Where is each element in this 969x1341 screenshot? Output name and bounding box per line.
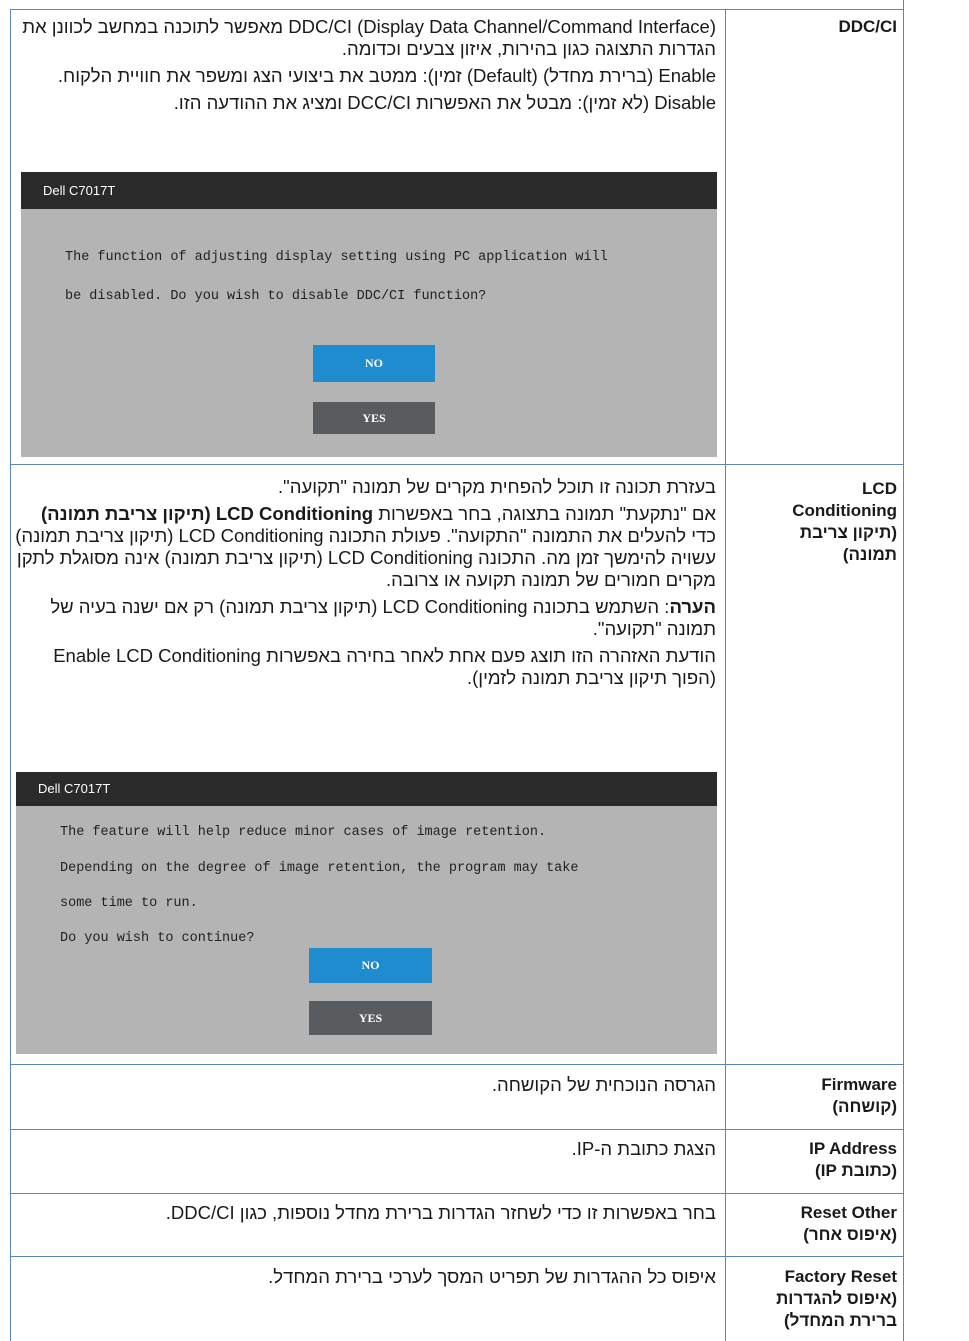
label-line: תמונה) (842, 545, 897, 564)
label-line: Reset Other (800, 1203, 897, 1222)
label-line: IP Address (809, 1139, 897, 1158)
note-label: הערה (669, 596, 716, 617)
desc-paragraph: הערה: השתמש בתכונה LCD Conditioning (תיק… (12, 596, 716, 640)
label-line: LCD (862, 479, 897, 498)
text-run: אם "נתקעת" תמונה בתצוגה, בחר באפשרות (373, 503, 716, 524)
row-desc-factory-reset: איפוס כל ההגדרות של תפריט המסך לערכי ברי… (268, 1266, 716, 1287)
row-desc-firmware: הגרסה הנוכחית של הקושחה. (491, 1074, 716, 1095)
column-divider (725, 9, 726, 1341)
osd-yes-button[interactable]: YES (309, 1001, 432, 1035)
label-line: ברירת המחדל) (783, 1311, 897, 1330)
text-run: : השתמש בתכונה LCD Conditioning (תיקון צ… (50, 596, 716, 639)
label-line: Firmware (821, 1075, 897, 1094)
row-desc-ddc-ci: DDC/CI (Display Data Channel/Command Int… (12, 16, 716, 119)
row-desc-ip-address: הצגת כתובת ה-IP. (571, 1138, 716, 1159)
bold-text-run: LCD Conditioning (תיקון צריבת תמונה) (40, 503, 374, 524)
label-line: DDC/CI (838, 17, 897, 36)
label-line: (כתובת IP) (815, 1161, 897, 1180)
osd-no-button[interactable]: NO (313, 345, 435, 382)
osd-message-line: be disabled. Do you wish to disable DDC/… (65, 289, 487, 304)
label-line: (איפוס אחר) (803, 1225, 897, 1244)
row-desc-reset-other: בחר באפשרות זו כדי לשחזר הגדרות ברירת מח… (165, 1202, 716, 1223)
desc-paragraph: הודעת האזהרה הזו תוצג פעם אחת לאחר בחירה… (53, 645, 716, 688)
row-divider (10, 9, 903, 10)
osd-dialog-ddc-ci: Dell C7017T The function of adjusting di… (21, 172, 717, 457)
row-label-ip-address: IP Address (כתובת IP) (727, 1138, 897, 1182)
label-line: (קושחה) (832, 1097, 897, 1116)
desc-paragraph: אם "נתקעת" תמונה בתצוגה, בחר באפשרות LCD… (12, 503, 716, 591)
osd-message-line: The feature will help reduce minor cases… (60, 825, 547, 840)
row-divider (10, 1256, 903, 1257)
osd-message-line: The function of adjusting display settin… (65, 250, 608, 265)
page-edge-rule (903, 0, 904, 1341)
label-line: (תיקון צריבת (799, 523, 897, 542)
row-desc-lcd-conditioning: בעזרת תכונה זו תוכל להפחית מקרים של תמונ… (12, 476, 716, 694)
osd-no-button[interactable]: NO (309, 948, 432, 983)
desc-paragraph: בעזרת תכונה זו תוכל להפחית מקרים של תמונ… (278, 476, 716, 497)
row-label-lcd-conditioning: LCD Conditioning (תיקון צריבת תמונה) (727, 478, 897, 566)
label-line: Factory Reset (784, 1267, 897, 1286)
desc-paragraph: DDC/CI (Display Data Channel/Command Int… (22, 16, 716, 59)
osd-title-bar: Dell C7017T (21, 172, 717, 209)
row-divider (10, 464, 903, 465)
settings-table: DDC/CI DDC/CI (Display Data Channel/Comm… (0, 0, 969, 1341)
osd-dialog-lcd-conditioning: Dell C7017T The feature will help reduce… (16, 772, 717, 1054)
osd-message-line: some time to run. (60, 896, 198, 911)
row-divider (10, 1129, 903, 1130)
row-label-factory-reset: Factory Reset (איפוס להגדרות ברירת המחדל… (727, 1266, 897, 1332)
row-label-firmware: Firmware (קושחה) (727, 1074, 897, 1118)
osd-yes-button[interactable]: YES (313, 402, 435, 434)
osd-title-bar: Dell C7017T (16, 772, 717, 806)
row-divider (10, 1064, 903, 1065)
desc-paragraph: Disable (לא זמין): מבטל את האפשרות DCC/C… (173, 92, 716, 113)
text-run: כדי להעלים את התמונה "התקועה". פעולת התכ… (15, 525, 716, 590)
label-line: Conditioning (792, 501, 897, 520)
row-label-ddc-ci: DDC/CI (727, 16, 897, 38)
label-line: (איפוס להגדרות (776, 1289, 897, 1308)
osd-message-line: Do you wish to continue? (60, 931, 255, 946)
row-label-reset-other: Reset Other (איפוס אחר) (727, 1202, 897, 1246)
row-divider (10, 1193, 903, 1194)
column-divider (10, 9, 11, 1341)
desc-paragraph: Enable (ברירת מחדל) (Default) זמין): ממט… (57, 65, 716, 86)
osd-message-line: Depending on the degree of image retenti… (60, 861, 579, 876)
